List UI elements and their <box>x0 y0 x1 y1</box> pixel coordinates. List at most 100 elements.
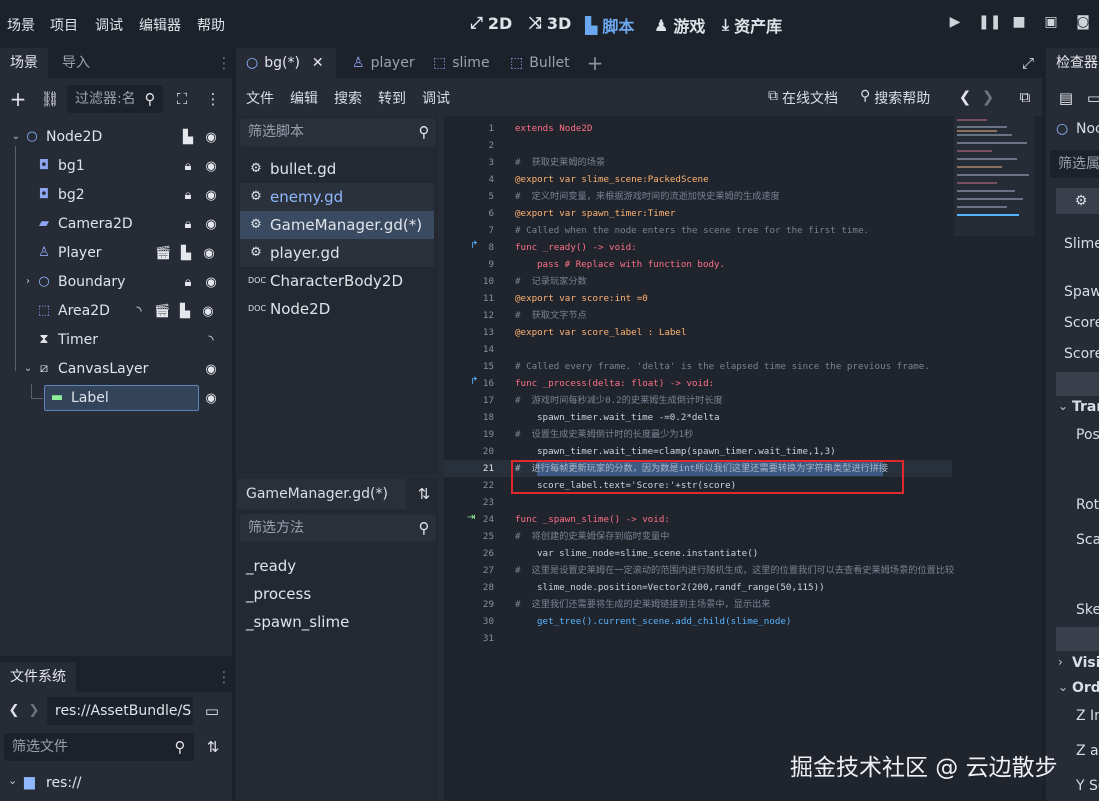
pause-icon[interactable]: ❚❚ <box>978 14 1001 32</box>
dock-menu-icon[interactable]: ⋮ <box>214 53 234 73</box>
float-window-icon[interactable]: ⧉ <box>1015 87 1035 107</box>
folder-res[interactable]: res:// <box>46 775 82 791</box>
movie-icon[interactable]: ◙ <box>1074 14 1092 32</box>
property-filter-input[interactable]: 筛选属 <box>1050 150 1099 178</box>
back-icon[interactable]: ❮ <box>4 701 24 721</box>
script-item-player[interactable]: ⚙ player.gd <box>240 239 434 267</box>
history-forward-icon[interactable]: ❯ <box>978 87 998 107</box>
section-ordering[interactable]: Ord <box>1072 680 1099 696</box>
tree-node-bg2[interactable]: ◘ bg2 <box>36 182 186 208</box>
history-back-icon[interactable]: ❮ <box>955 87 975 107</box>
clapper-icon[interactable]: 🎬︎ <box>155 246 172 261</box>
resource-slot[interactable] <box>1056 627 1099 651</box>
visibility-icon[interactable]: ◉ <box>200 304 216 319</box>
scene-menu-icon[interactable]: ⋮ <box>203 89 223 109</box>
tree-node-camera2d[interactable]: ▰ Camera2D <box>36 211 186 237</box>
menu-debug[interactable]: 调试 <box>422 88 450 108</box>
lock-icon[interactable]: 🔒︎ <box>180 275 196 290</box>
visibility-icon[interactable]: ◉ <box>203 159 219 174</box>
chevron-down-icon[interactable]: ⌄ <box>8 129 24 145</box>
workspace-script[interactable]: ▙ 脚本 <box>585 13 634 37</box>
tab-scene[interactable]: 场景 <box>0 48 48 78</box>
lock-icon[interactable]: 🔒︎ <box>180 159 196 174</box>
script-item-bullet[interactable]: ⚙ bullet.gd <box>240 155 434 183</box>
visibility-icon[interactable]: ◉ <box>203 188 219 203</box>
gear-icon[interactable]: ⚙ <box>1056 188 1099 214</box>
override-icon[interactable]: ↱ <box>470 376 478 387</box>
add-tab-icon[interactable]: + <box>585 53 605 73</box>
chevron-down-icon[interactable]: ⌄ <box>1058 399 1068 413</box>
script-item-enemy[interactable]: ⚙ enemy.gd <box>240 183 434 211</box>
script-attached-icon[interactable]: ▙ <box>180 130 196 145</box>
tab-inspector[interactable]: 检查器 <box>1046 48 1099 78</box>
script-attached-icon[interactable]: ▙ <box>178 246 194 261</box>
resource-slot[interactable] <box>1056 372 1099 396</box>
forward-icon[interactable]: ❯ <box>24 701 44 721</box>
visibility-icon[interactable]: ◉ <box>203 217 219 232</box>
tree-node-timer[interactable]: ⧗ Timer <box>36 327 186 353</box>
script-item-gamemanager[interactable]: ⚙ GameManager.gd(*) <box>240 211 434 239</box>
tree-node-boundary[interactable]: › ○ Boundary <box>20 269 170 295</box>
visibility-icon[interactable]: ◉ <box>201 246 217 261</box>
play-icon[interactable]: ▶ <box>946 14 964 32</box>
visibility-icon[interactable]: ◉ <box>203 362 219 377</box>
script-filter-input[interactable]: 筛选脚本 <box>240 118 436 146</box>
workspace-3d[interactable]: ⤨ 3D <box>529 13 571 33</box>
override-icon[interactable]: ↱ <box>470 240 478 251</box>
menu-edit[interactable]: 编辑 <box>290 88 318 108</box>
workspace-2d[interactable]: ⤢ 2D <box>470 13 512 33</box>
sort-icon[interactable]: ⇅ <box>203 737 223 757</box>
workspace-asset-lib[interactable]: ⤓ 资产库 <box>722 13 782 37</box>
distraction-free-icon[interactable]: ⤢ <box>1018 53 1038 73</box>
method-item[interactable]: _ready <box>246 557 296 575</box>
method-item[interactable]: _spawn_slime <box>246 613 349 631</box>
menu-project[interactable]: 项目 <box>50 15 78 35</box>
sort-icon[interactable]: ⇅ <box>414 484 434 504</box>
chevron-down-icon[interactable]: ⌄ <box>1058 680 1068 694</box>
menu-help[interactable]: 帮助 <box>197 15 225 35</box>
tab-bg[interactable]: ○ bg(*) ✕ <box>236 48 336 78</box>
visibility-icon[interactable]: ◉ <box>203 391 219 406</box>
section-visibility[interactable]: Visil <box>1072 655 1099 671</box>
script-item-node2d[interactable]: DOC Node2D <box>240 295 434 323</box>
add-node-icon[interactable]: + <box>8 89 28 109</box>
remote-debug-icon[interactable]: ▣ <box>1042 14 1060 32</box>
script-item-characterbody2d[interactable]: DOC CharacterBody2D <box>240 267 434 295</box>
signal-icon[interactable]: ◝ <box>203 333 219 348</box>
chevron-down-icon[interactable]: ⌄ <box>20 361 36 377</box>
tab-filesystem[interactable]: 文件系统 <box>0 662 76 692</box>
tree-node-bg1[interactable]: ◘ bg1 <box>36 153 186 179</box>
menu-editor[interactable]: 编辑器 <box>139 15 181 35</box>
lock-icon[interactable]: 🔒︎ <box>180 188 196 203</box>
stop-icon[interactable]: ■ <box>1010 14 1028 32</box>
signal-icon[interactable]: ◝ <box>131 304 147 319</box>
close-icon[interactable]: ✕ <box>312 48 324 78</box>
load-resource-icon[interactable]: ▭ <box>1084 88 1099 108</box>
tree-node-area2d[interactable]: ⬚ Area2D <box>36 298 136 324</box>
menu-scene[interactable]: 场景 <box>7 15 35 35</box>
minimap[interactable] <box>954 116 1034 236</box>
menu-goto[interactable]: 转到 <box>378 88 406 108</box>
path-field[interactable]: res://AssetBundle/S <box>47 697 193 725</box>
script-attached-icon[interactable]: ▙ <box>177 304 193 319</box>
tree-node-canvaslayer[interactable]: ⌄ ⧄ CanvasLayer <box>20 356 180 382</box>
tab-slime[interactable]: ⬚ slime <box>423 48 500 78</box>
dock-menu-icon[interactable]: ⋮ <box>214 667 234 687</box>
signal-connection-icon[interactable]: ⇥ <box>467 512 475 523</box>
tab-import[interactable]: 导入 <box>52 48 100 78</box>
tab-bullet[interactable]: ⬚ Bullet <box>500 48 580 78</box>
visibility-icon[interactable]: ◉ <box>203 275 219 290</box>
link-icon[interactable]: ⛓ <box>40 89 60 109</box>
chevron-down-icon[interactable]: ⌄ <box>8 774 17 787</box>
instance-scene-icon[interactable]: ⛶ <box>172 89 192 109</box>
method-filter-input[interactable]: 筛选方法 <box>240 514 436 542</box>
tab-player[interactable]: ♙ player <box>342 48 425 78</box>
visibility-icon[interactable]: ◉ <box>203 130 219 145</box>
file-filter-input[interactable]: 筛选文件 <box>4 733 194 761</box>
new-resource-icon[interactable]: ▤ <box>1056 88 1076 108</box>
menu-debug[interactable]: 调试 <box>95 15 123 35</box>
lock-icon[interactable]: 🔒︎ <box>180 217 196 232</box>
chevron-right-icon[interactable]: › <box>20 274 36 290</box>
clapper-icon[interactable]: 🎬︎ <box>154 304 171 319</box>
tree-node-player[interactable]: ♙ Player <box>36 240 156 266</box>
